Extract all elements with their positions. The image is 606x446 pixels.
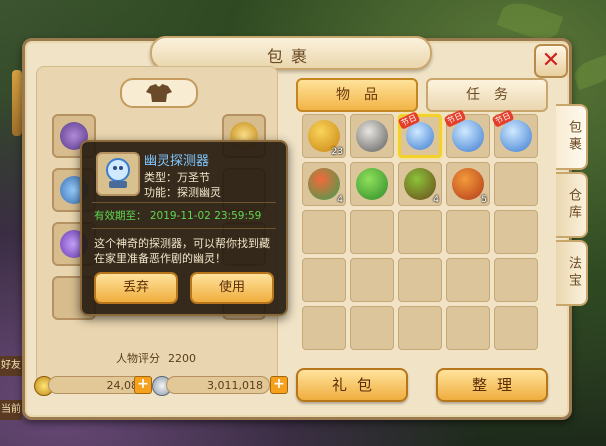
character-score: 人物评分 2200 bbox=[38, 350, 274, 366]
item-count: 5 bbox=[481, 195, 487, 205]
grid-cell[interactable] bbox=[398, 306, 442, 350]
tooltip-divider bbox=[92, 228, 276, 229]
scroll-icon bbox=[356, 120, 388, 152]
tooltip-divider bbox=[92, 202, 276, 203]
side-tab-bag[interactable]: 包裹 bbox=[556, 104, 588, 170]
grid-cell[interactable] bbox=[350, 258, 394, 302]
tooltip-item-type: 类型：万圣节 bbox=[144, 171, 210, 184]
side-tab-warehouse[interactable]: 仓库 bbox=[556, 172, 588, 238]
grid-cell[interactable]: 23 bbox=[302, 114, 346, 158]
score-value: 2200 bbox=[168, 352, 196, 365]
lucky-bag-icon bbox=[452, 168, 484, 200]
grid-cell[interactable] bbox=[350, 210, 394, 254]
grid-cell[interactable] bbox=[446, 258, 490, 302]
add-silver-button[interactable]: + bbox=[270, 376, 288, 394]
tab-items[interactable]: 物品 bbox=[296, 78, 418, 112]
grid-cell[interactable] bbox=[302, 306, 346, 350]
grid-cell[interactable] bbox=[302, 210, 346, 254]
title-bar: 包裹 bbox=[150, 36, 432, 70]
grid-cell[interactable] bbox=[302, 258, 346, 302]
use-button[interactable]: 使用 bbox=[190, 272, 274, 304]
grid-cell[interactable] bbox=[350, 306, 394, 350]
grid-cell[interactable] bbox=[398, 258, 442, 302]
current-side-label[interactable]: 当前 bbox=[0, 400, 22, 420]
tab-tasks[interactable]: 任务 bbox=[426, 78, 548, 112]
grid-cell[interactable] bbox=[446, 306, 490, 350]
outfit-button[interactable] bbox=[120, 78, 198, 108]
ghost-detector-icon bbox=[406, 122, 434, 150]
sort-button[interactable]: 整理 bbox=[436, 368, 548, 402]
friends-side-label[interactable]: 好友 bbox=[0, 356, 22, 376]
grid-cell[interactable] bbox=[446, 210, 490, 254]
score-label: 人物评分 bbox=[116, 352, 160, 365]
grid-cell[interactable] bbox=[494, 162, 538, 206]
tooltip-item-name: 幽灵探测器 bbox=[144, 154, 210, 169]
ghost-detector-icon bbox=[452, 120, 484, 152]
grid-cell[interactable] bbox=[494, 258, 538, 302]
discard-button[interactable]: 丢弃 bbox=[94, 272, 178, 304]
grid-cell[interactable]: 节日 bbox=[491, 109, 538, 158]
item-tooltip: 幽灵探测器 类型：万圣节 功能：探测幽灵 有效期至： 2019-11-02 23… bbox=[80, 140, 288, 316]
grid-cell[interactable] bbox=[350, 114, 394, 158]
green-bush-icon bbox=[404, 168, 436, 200]
close-button[interactable]: ✕ bbox=[534, 44, 568, 78]
grid-cell[interactable]: 4 bbox=[398, 162, 442, 206]
silver-amount: 3,011,018 bbox=[166, 376, 270, 394]
grid-cell[interactable]: 5 bbox=[446, 162, 490, 206]
grid-cell[interactable] bbox=[494, 210, 538, 254]
clothes-icon bbox=[146, 84, 172, 102]
grid-cell[interactable]: 节日 bbox=[443, 109, 490, 158]
gift-pack-button[interactable]: 礼包 bbox=[296, 368, 408, 402]
tassel-decoration bbox=[12, 70, 22, 136]
item-count: 4 bbox=[337, 195, 343, 205]
tooltip-description: 这个神奇的探测器，可以帮你找到藏在家里准备恶作剧的幽灵！ bbox=[94, 237, 270, 265]
grid-cell[interactable] bbox=[350, 162, 394, 206]
grid-cell[interactable] bbox=[494, 306, 538, 350]
gourd-icon bbox=[356, 168, 388, 200]
grid-cell[interactable]: 节日 bbox=[397, 111, 442, 158]
ghost-detector-icon bbox=[500, 120, 532, 152]
tooltip-item-slot bbox=[96, 152, 140, 196]
close-icon: ✕ bbox=[541, 48, 561, 73]
item-grid: 23 节日 节日 节日 4 4 5 bbox=[302, 109, 542, 356]
grid-cell[interactable]: 4 bbox=[302, 162, 346, 206]
window-title: 包裹 bbox=[266, 47, 315, 66]
item-count: 23 bbox=[331, 147, 343, 157]
add-gold-button[interactable]: + bbox=[134, 376, 152, 394]
item-count: 4 bbox=[433, 195, 439, 205]
side-tab-treasure[interactable]: 法宝 bbox=[556, 240, 588, 306]
ghost-detector-icon bbox=[106, 158, 130, 188]
candy-bag-icon bbox=[308, 168, 340, 200]
grid-cell[interactable] bbox=[398, 210, 442, 254]
tooltip-expiry: 有效期至： 2019-11-02 23:59:59 bbox=[94, 210, 262, 222]
tooltip-item-function: 功能：探测幽灵 bbox=[144, 186, 221, 199]
